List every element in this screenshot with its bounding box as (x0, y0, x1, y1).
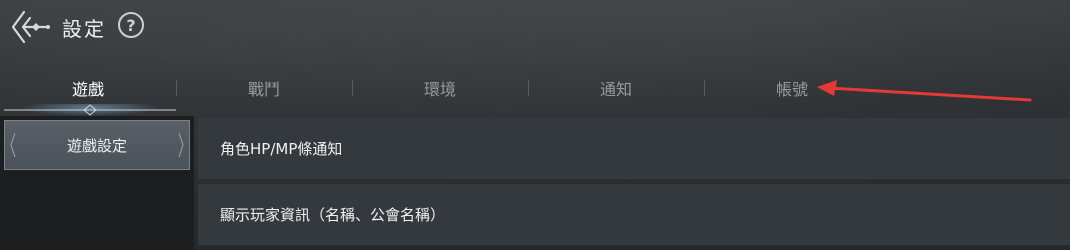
sidebar-item-label: 遊戲設定 (66, 136, 127, 155)
annotation-arrow-icon (817, 80, 1032, 102)
tab-environment[interactable]: 環境 (352, 70, 528, 106)
sidebar: 遊戲設定 (0, 116, 194, 250)
sidebar-item-game-settings[interactable]: 遊戲設定 (4, 120, 190, 170)
active-tab-indicator (4, 104, 176, 116)
header: 設定 ? (0, 0, 1070, 56)
page-title: 設定 (62, 17, 106, 41)
settings-list: 角色HP/MP條通知 顯示玩家資訊（名稱、公會名稱） (198, 116, 1070, 250)
setting-row-player-info[interactable]: 顯示玩家資訊（名稱、公會名稱） (198, 184, 1070, 246)
ornament-right-icon (178, 133, 184, 157)
back-arrow-icon (11, 10, 50, 44)
setting-row-hp-mp-bar[interactable]: 角色HP/MP條通知 (198, 118, 1070, 180)
back-button[interactable] (10, 8, 52, 46)
tab-notification[interactable]: 通知 (528, 70, 704, 106)
setting-label: 顯示玩家資訊（名稱、公會名稱） (220, 206, 446, 224)
ornament-left-icon (10, 133, 16, 157)
help-icon[interactable]: ? (118, 12, 144, 38)
setting-label: 角色HP/MP條通知 (220, 140, 343, 158)
tab-game[interactable]: 遊戲 (0, 70, 176, 106)
tab-combat[interactable]: 戰鬥 (176, 70, 352, 106)
